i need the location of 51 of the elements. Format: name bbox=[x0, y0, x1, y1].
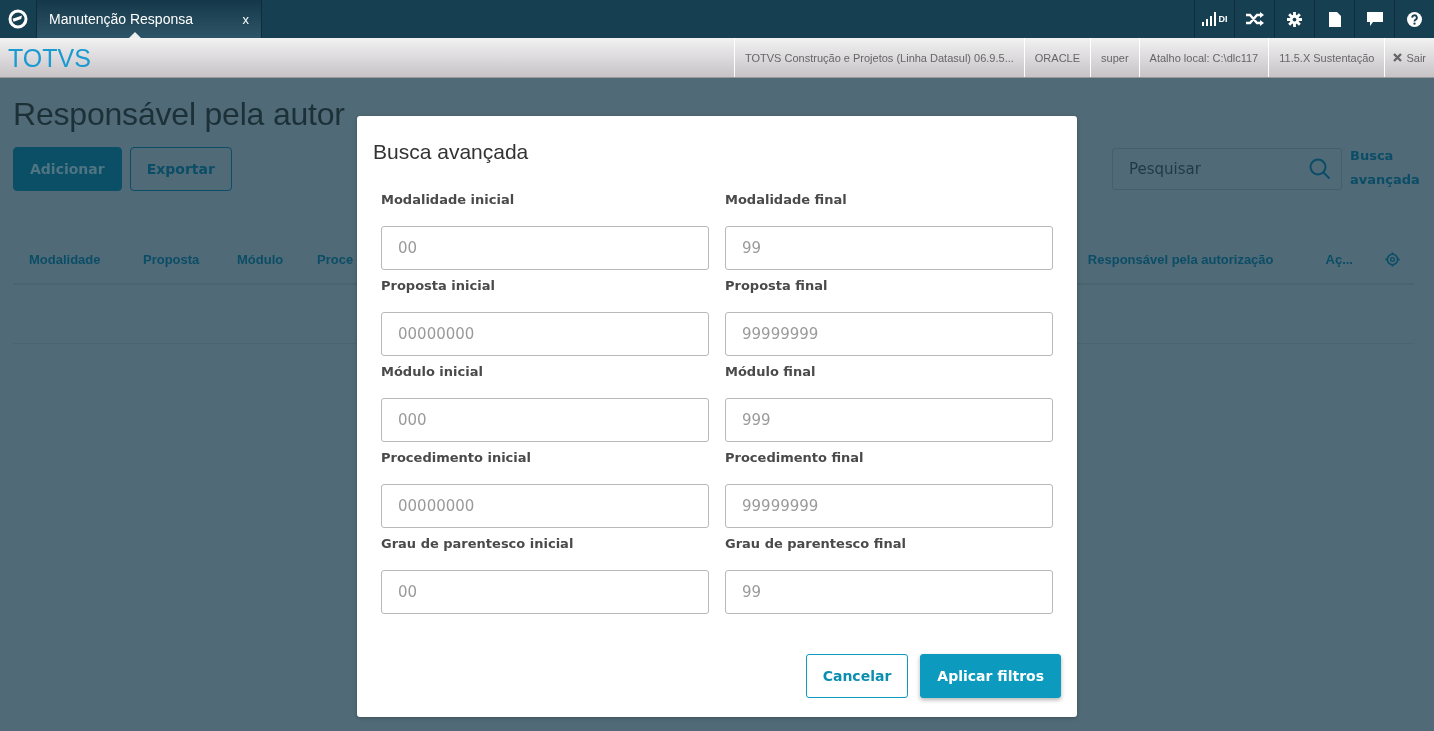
field-label: Modalidade final bbox=[725, 192, 848, 209]
help-icon[interactable] bbox=[1407, 11, 1422, 27]
input-field[interactable]: 999 bbox=[725, 398, 1053, 442]
field-label: Grau de parentesco final bbox=[725, 536, 907, 553]
column-header[interactable]: Proposta bbox=[143, 251, 237, 267]
column-header[interactable]: Modalidade bbox=[29, 251, 143, 267]
input-field[interactable]: 00 bbox=[381, 226, 709, 270]
field-label: Proposta inicial bbox=[381, 278, 496, 295]
input-field[interactable]: 99999999 bbox=[725, 312, 1053, 356]
input-field[interactable]: 000 bbox=[381, 398, 709, 442]
header-info: TOTVS Construção e Projetos (Linha Datasul) 06.9.5... bbox=[734, 38, 1024, 77]
app-tab[interactable]: Manutenção Responsa x bbox=[37, 0, 262, 38]
column-header[interactable]: Proce bbox=[317, 251, 354, 267]
dialog-title: Busca avançada bbox=[373, 140, 530, 164]
input-field[interactable]: 00 bbox=[381, 570, 709, 614]
header-info: Atalho local: C:\dlc117 bbox=[1138, 38, 1269, 77]
input-field[interactable]: 99 bbox=[725, 570, 1053, 614]
dialog-button[interactable]: Aplicar filtros bbox=[920, 654, 1061, 698]
page-title: Responsável pela autor bbox=[13, 96, 346, 133]
signal-icon bbox=[1201, 12, 1216, 26]
close-icon bbox=[1393, 53, 1403, 62]
column-header[interactable]: Aç... bbox=[1325, 251, 1353, 267]
shuffle-icon[interactable] bbox=[1245, 12, 1264, 26]
document-icon[interactable] bbox=[1328, 11, 1341, 27]
input-field[interactable]: 00000000 bbox=[381, 484, 709, 528]
field-label: Proposta final bbox=[725, 278, 829, 295]
field-label: Módulo final bbox=[725, 364, 817, 381]
field-label: Procedimento final bbox=[725, 450, 865, 467]
dialog-button[interactable]: Cancelar bbox=[805, 654, 909, 698]
input-field[interactable]: 99 bbox=[725, 226, 1053, 270]
header-info: super bbox=[1090, 38, 1139, 77]
field-label: Modalidade inicial bbox=[381, 192, 516, 209]
column-header[interactable]: Módulo bbox=[237, 251, 317, 267]
field-label: Módulo inicial bbox=[381, 364, 484, 381]
input-field[interactable]: 00000000 bbox=[381, 312, 709, 356]
header-info: ORACLE bbox=[1023, 38, 1091, 77]
close-tab-button[interactable]: x bbox=[242, 11, 249, 27]
connection-label: DI bbox=[1218, 14, 1228, 24]
column-header[interactable]: Responsável pela autorização bbox=[1087, 251, 1274, 267]
logo-icon[interactable] bbox=[8, 9, 28, 29]
brand-logo: TOTVS bbox=[7, 43, 92, 74]
action-button[interactable]: Exportar bbox=[129, 147, 232, 191]
field-label: Grau de parentesco inicial bbox=[381, 536, 575, 553]
action-button[interactable]: Adicionar bbox=[13, 147, 122, 191]
header-info: 11.5.X Sustentação bbox=[1268, 38, 1385, 77]
field-label: Procedimento inicial bbox=[381, 450, 532, 467]
chat-icon[interactable] bbox=[1366, 12, 1383, 26]
advanced-search-link[interactable]: Busca avançada bbox=[1350, 144, 1420, 194]
input-field[interactable]: 99999999 bbox=[725, 484, 1053, 528]
logout-button[interactable]: Sair bbox=[1384, 38, 1434, 77]
search-icon bbox=[1309, 158, 1331, 180]
